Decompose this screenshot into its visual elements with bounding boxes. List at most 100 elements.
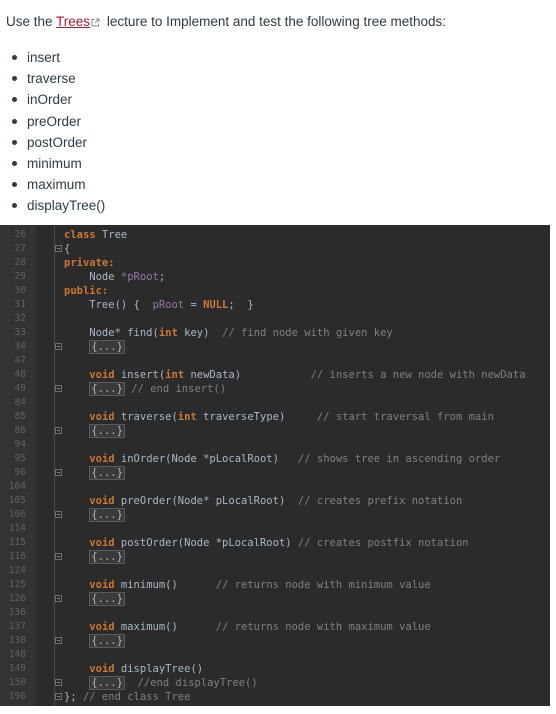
line-number: 84	[14, 397, 26, 408]
code-text: void displayTree()	[64, 662, 203, 676]
code-member: *pRoot	[120, 271, 159, 283]
code-text: {...}	[64, 508, 125, 522]
code-text: {...} // end insert()	[64, 382, 226, 396]
line-number: 125	[8, 579, 26, 590]
code-keyword: void	[89, 537, 115, 549]
code-token: minimum()	[114, 579, 216, 591]
line-number: 196	[8, 691, 26, 702]
fold-toggle-icon[interactable]	[55, 385, 62, 392]
fold-toggle-icon[interactable]	[55, 595, 62, 602]
code-keyword: int	[177, 411, 197, 423]
code-token: Tree	[95, 229, 128, 241]
code-comment: // returns node with minimum value	[215, 579, 431, 591]
fold-toggle-icon[interactable]	[55, 245, 62, 252]
folded-code-marker: {...}	[89, 466, 125, 480]
line-number: 106	[8, 509, 26, 520]
method-list-item: preOrder	[0, 111, 105, 132]
code-text: void inOrder(Node *pLocalRoot) // shows …	[64, 452, 500, 466]
intro-after-link: lecture to Implement and test the follow…	[103, 14, 446, 29]
code-keyword: private:	[64, 257, 115, 269]
code-text: void preOrder(Node* pLocalRoot) // creat…	[64, 494, 462, 508]
code-keyword: void	[89, 495, 115, 507]
code-keyword: int	[158, 327, 178, 339]
line-number: 136	[8, 607, 26, 618]
line-number: 31	[14, 299, 26, 310]
code-text: {...}	[64, 592, 125, 606]
code-text: void insert(int newData) // inserts a ne…	[64, 368, 525, 382]
code-text: {...}	[64, 634, 125, 648]
folded-code-marker: {...}	[89, 550, 125, 564]
code-keyword: void	[89, 579, 115, 591]
code-keyword: void	[89, 621, 115, 633]
fold-guide	[54, 225, 55, 706]
code-token: postOrder(Node *pLocalRoot)	[114, 537, 298, 549]
line-number: 138	[8, 635, 26, 646]
method-list-item: displayTree()	[0, 195, 105, 216]
code-text: {...}	[64, 424, 125, 438]
fold-toggle-icon[interactable]	[55, 469, 62, 476]
code-text: Tree() { pRoot = NULL; }	[64, 298, 253, 312]
method-list: insert traverse inOrder preOrder postOrder mi…	[0, 47, 105, 217]
fold-toggle-icon[interactable]	[55, 427, 62, 434]
fold-toggle-icon[interactable]	[55, 693, 62, 700]
method-list-item: maximum	[0, 174, 105, 195]
code-token: =	[184, 299, 204, 311]
code-token: preOrder(Node* pLocalRoot)	[114, 495, 298, 507]
code-text: void minimum() // returns node with mini…	[64, 578, 431, 592]
code-keyword: NULL	[203, 299, 229, 311]
fold-toggle-icon[interactable]	[55, 679, 62, 686]
code-screenshot: 26 class Tree 27 {28 private: 29 Node *pRoot;…	[0, 225, 550, 706]
external-link-icon	[91, 15, 100, 27]
code-text: public:	[64, 284, 108, 298]
fold-toggle-icon[interactable]	[55, 511, 62, 518]
line-number: 30	[14, 285, 26, 296]
method-list-item: insert	[0, 47, 105, 68]
code-comment: // find node with given key	[222, 327, 393, 339]
code-text: {...}	[64, 550, 125, 564]
line-number: 96	[14, 467, 26, 478]
line-number: 48	[14, 369, 26, 380]
fold-toggle-icon[interactable]	[55, 553, 62, 560]
trees-lecture-link[interactable]: Trees	[56, 14, 90, 29]
code-comment: // creates postfix notation	[297, 537, 469, 549]
line-number: 148	[8, 649, 26, 660]
code-token: traverse(	[114, 411, 178, 423]
fold-toggle-icon[interactable]	[55, 637, 62, 644]
code-token: Node* find(	[64, 327, 159, 339]
fold-toggle-icon[interactable]	[55, 343, 62, 350]
folded-code-marker: {...}	[89, 508, 125, 522]
line-number: 86	[14, 425, 26, 436]
code-text: void maximum() // returns node with maxi…	[64, 620, 431, 634]
code-text: private:	[64, 256, 115, 270]
line-number: 104	[8, 481, 26, 492]
code-token: maximum()	[114, 621, 216, 633]
code-keyword: public:	[64, 285, 109, 297]
line-number: 116	[8, 551, 26, 562]
line-number: 124	[8, 565, 26, 576]
code-keyword: int	[165, 369, 185, 381]
line-number: 28	[14, 257, 26, 268]
folded-code-marker: {...}	[89, 676, 125, 690]
code-comment: //end displayTree()	[137, 677, 258, 689]
method-list-item: postOrder	[0, 132, 105, 153]
code-text: {...} //end displayTree()	[64, 676, 258, 690]
code-keyword: void	[89, 411, 115, 423]
method-list-item: minimum	[0, 153, 105, 174]
line-number: 149	[8, 663, 26, 674]
method-list-item: traverse	[0, 68, 105, 89]
code-comment: // returns node with maximum value	[215, 621, 431, 633]
code-comment: // end class Tree	[82, 691, 191, 703]
line-number: 47	[14, 355, 26, 366]
folded-code-marker: {...}	[89, 340, 125, 354]
